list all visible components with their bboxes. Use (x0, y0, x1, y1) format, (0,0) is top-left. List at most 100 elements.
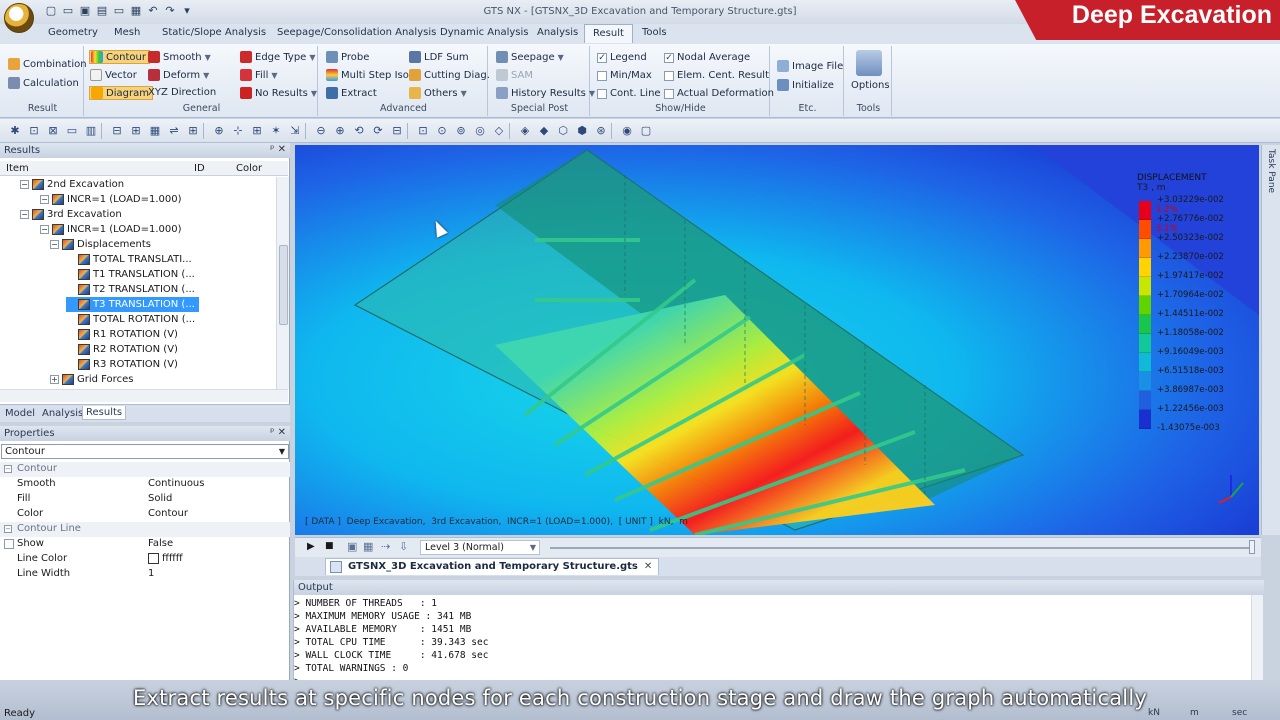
property-value[interactable]: Solid (148, 493, 172, 504)
tree-node[interactable]: TOTAL TRANSLATI... (66, 252, 192, 267)
close-icon[interactable]: ✕ (644, 561, 652, 572)
no-results-dropdown[interactable]: No Results ▼ (240, 87, 317, 99)
smooth-dropdown[interactable]: Smooth ▼ (148, 51, 211, 63)
expand-toggle-icon[interactable]: − (40, 195, 49, 204)
properties-object-select[interactable]: Contour ▼ (1, 444, 289, 459)
select-icon[interactable]: ✱ (8, 124, 22, 138)
tab-mesh[interactable]: Mesh (114, 27, 140, 38)
zoom-out-icon[interactable]: ⊖ (314, 124, 328, 138)
cube-icon[interactable]: ◇ (492, 124, 506, 138)
star-icon[interactable]: ✶ (269, 124, 283, 138)
tree-node[interactable]: R3 ROTATION (V) (66, 357, 178, 372)
output-log[interactable]: > NUMBER OF THREADS : 1 > MAXIMUM MEMORY … (294, 597, 488, 688)
tab-geometry[interactable]: Geometry (48, 27, 98, 38)
initialize-button[interactable]: Initialize (777, 79, 834, 91)
contour-model-render[interactable] (295, 145, 1259, 535)
nodal-average-checkbox[interactable]: ✓ Nodal Average (664, 52, 750, 63)
tab-model[interactable]: Model (5, 408, 35, 419)
cutting-diag-button[interactable]: Cutting Diag. (409, 69, 490, 81)
column-color[interactable]: Color (236, 163, 262, 174)
hex-icon[interactable]: ⬡ (556, 124, 570, 138)
expand-toggle-icon[interactable]: − (40, 225, 49, 234)
move-icon[interactable]: ⇲ (288, 124, 302, 138)
task-pane-tab[interactable]: Task Pane (1261, 145, 1280, 535)
tab-result[interactable]: Result (584, 24, 633, 43)
actual-deformation-checkbox[interactable]: Actual Deformation (664, 88, 774, 99)
cube-2-icon[interactable]: ◈ (518, 124, 532, 138)
table-icon[interactable]: ⊞ (250, 124, 264, 138)
show-icon[interactable]: ⊞ (129, 124, 143, 138)
play-icon[interactable]: ▶ (307, 541, 315, 552)
model-viewport[interactable]: DISPLACEMENT T3 , m +3.03229e-002 +2.7677… (295, 145, 1259, 535)
color-swatch[interactable] (148, 553, 159, 564)
sam-button[interactable]: SAM (496, 69, 533, 81)
others-dropdown[interactable]: Others ▼ (409, 87, 467, 99)
lock-icon[interactable]: ⊡ (27, 124, 41, 138)
expand-toggle-icon[interactable]: − (20, 180, 29, 189)
tree-node[interactable]: + Grid Forces (50, 372, 133, 387)
property-category[interactable]: − Contour Line (0, 522, 290, 537)
step-icon[interactable]: ⇢ (381, 540, 390, 553)
property-value[interactable]: Contour (148, 508, 188, 519)
history-results-dropdown[interactable]: History Results ▼ (496, 87, 595, 99)
app-logo-icon[interactable] (4, 3, 34, 33)
expand-toggle-icon[interactable]: − (50, 240, 59, 249)
tab-tools[interactable]: Tools (642, 27, 667, 38)
side-view-icon[interactable]: ⊚ (454, 124, 468, 138)
collapse-icon[interactable]: − (4, 525, 12, 533)
combination-button[interactable]: Combination (8, 58, 87, 70)
tab-static-slope[interactable]: Static/Slope Analysis (162, 27, 266, 38)
pick-icon[interactable]: ⊹ (231, 124, 245, 138)
lock-2-icon[interactable]: ⊠ (46, 124, 60, 138)
rotate-left-icon[interactable]: ⟲ (352, 124, 366, 138)
zoom-fit-icon[interactable]: ⊕ (333, 124, 347, 138)
tab-seepage-consolidation[interactable]: Seepage/Consolidation Analysis (277, 27, 436, 38)
camera-icon[interactable]: ◎ (473, 124, 487, 138)
xyz-direction-dropdown[interactable]: XYZ Direction▼ (148, 87, 247, 98)
property-category[interactable]: − Contour (0, 462, 290, 477)
scroll-thumb[interactable] (279, 245, 288, 325)
stage-level-select[interactable]: Level 3 (Normal) ▼ (420, 540, 540, 555)
tab-analysis-panel[interactable]: Analysis (42, 408, 83, 419)
property-value[interactable]: Continuous (148, 478, 204, 489)
column-item[interactable]: Item (6, 163, 29, 174)
collapse-icon[interactable]: − (4, 465, 12, 473)
iso-view-icon[interactable]: ⊙ (435, 124, 449, 138)
tree-vertical-scrollbar[interactable] (276, 177, 289, 389)
min-max-checkbox[interactable]: Min/Max (597, 70, 652, 81)
tree-horizontal-scrollbar[interactable] (0, 389, 288, 402)
frame-icon[interactable]: ⊞ (186, 124, 200, 138)
column-id[interactable]: ID (194, 163, 205, 174)
legend-checkbox[interactable]: ✓ Legend (597, 52, 647, 63)
output-scrollbar[interactable] (1251, 595, 1263, 680)
pin-close-icon[interactable]: ᵖ ✕ (270, 427, 286, 438)
swap-icon[interactable]: ⇌ (167, 124, 181, 138)
fill-dropdown[interactable]: Fill ▼ (240, 69, 278, 81)
tree-node[interactable]: − INCR=1 (LOAD=1.000) (40, 192, 182, 207)
box-icon[interactable]: ▭ (65, 124, 79, 138)
multi-step-iso-button[interactable]: Multi Step Iso. (326, 69, 412, 81)
image-file-button[interactable]: Image File (777, 60, 843, 72)
contour-button[interactable]: Contour (89, 50, 150, 64)
cube-3-icon[interactable]: ◆ (537, 124, 551, 138)
tree-node[interactable]: − 2nd Excavation (20, 177, 124, 192)
tab-analysis[interactable]: Analysis (537, 27, 578, 38)
calculation-button[interactable]: Calculation (8, 77, 79, 89)
zoom-in-icon[interactable]: ⊕ (212, 124, 226, 138)
sphere-icon[interactable]: ◉ (620, 124, 634, 138)
probe-button[interactable]: Probe (326, 51, 369, 63)
tree-node[interactable]: − 3rd Excavation (20, 207, 122, 222)
cont-line-checkbox[interactable]: Cont. Line (597, 88, 661, 99)
tree-node[interactable]: − Displacements (50, 237, 151, 252)
seepage-dropdown[interactable]: Seepage ▼ (496, 51, 564, 63)
edge-type-dropdown[interactable]: Edge Type ▼ (240, 51, 315, 63)
download-icon[interactable]: ⇩ (399, 540, 408, 553)
expand-toggle-icon[interactable]: − (20, 210, 29, 219)
expand-toggle-icon[interactable]: + (50, 375, 59, 384)
diagram-button[interactable]: Diagram (89, 86, 153, 100)
tab-dynamic-analysis[interactable]: Dynamic Analysis (440, 27, 528, 38)
tree-node[interactable]: TOTAL ROTATION (... (66, 312, 195, 327)
property-value[interactable]: ffffff (148, 553, 183, 564)
document-tab[interactable]: GTSNX_3D Excavation and Temporary Struct… (325, 558, 660, 575)
frame-2-icon[interactable]: ▢ (639, 124, 653, 138)
